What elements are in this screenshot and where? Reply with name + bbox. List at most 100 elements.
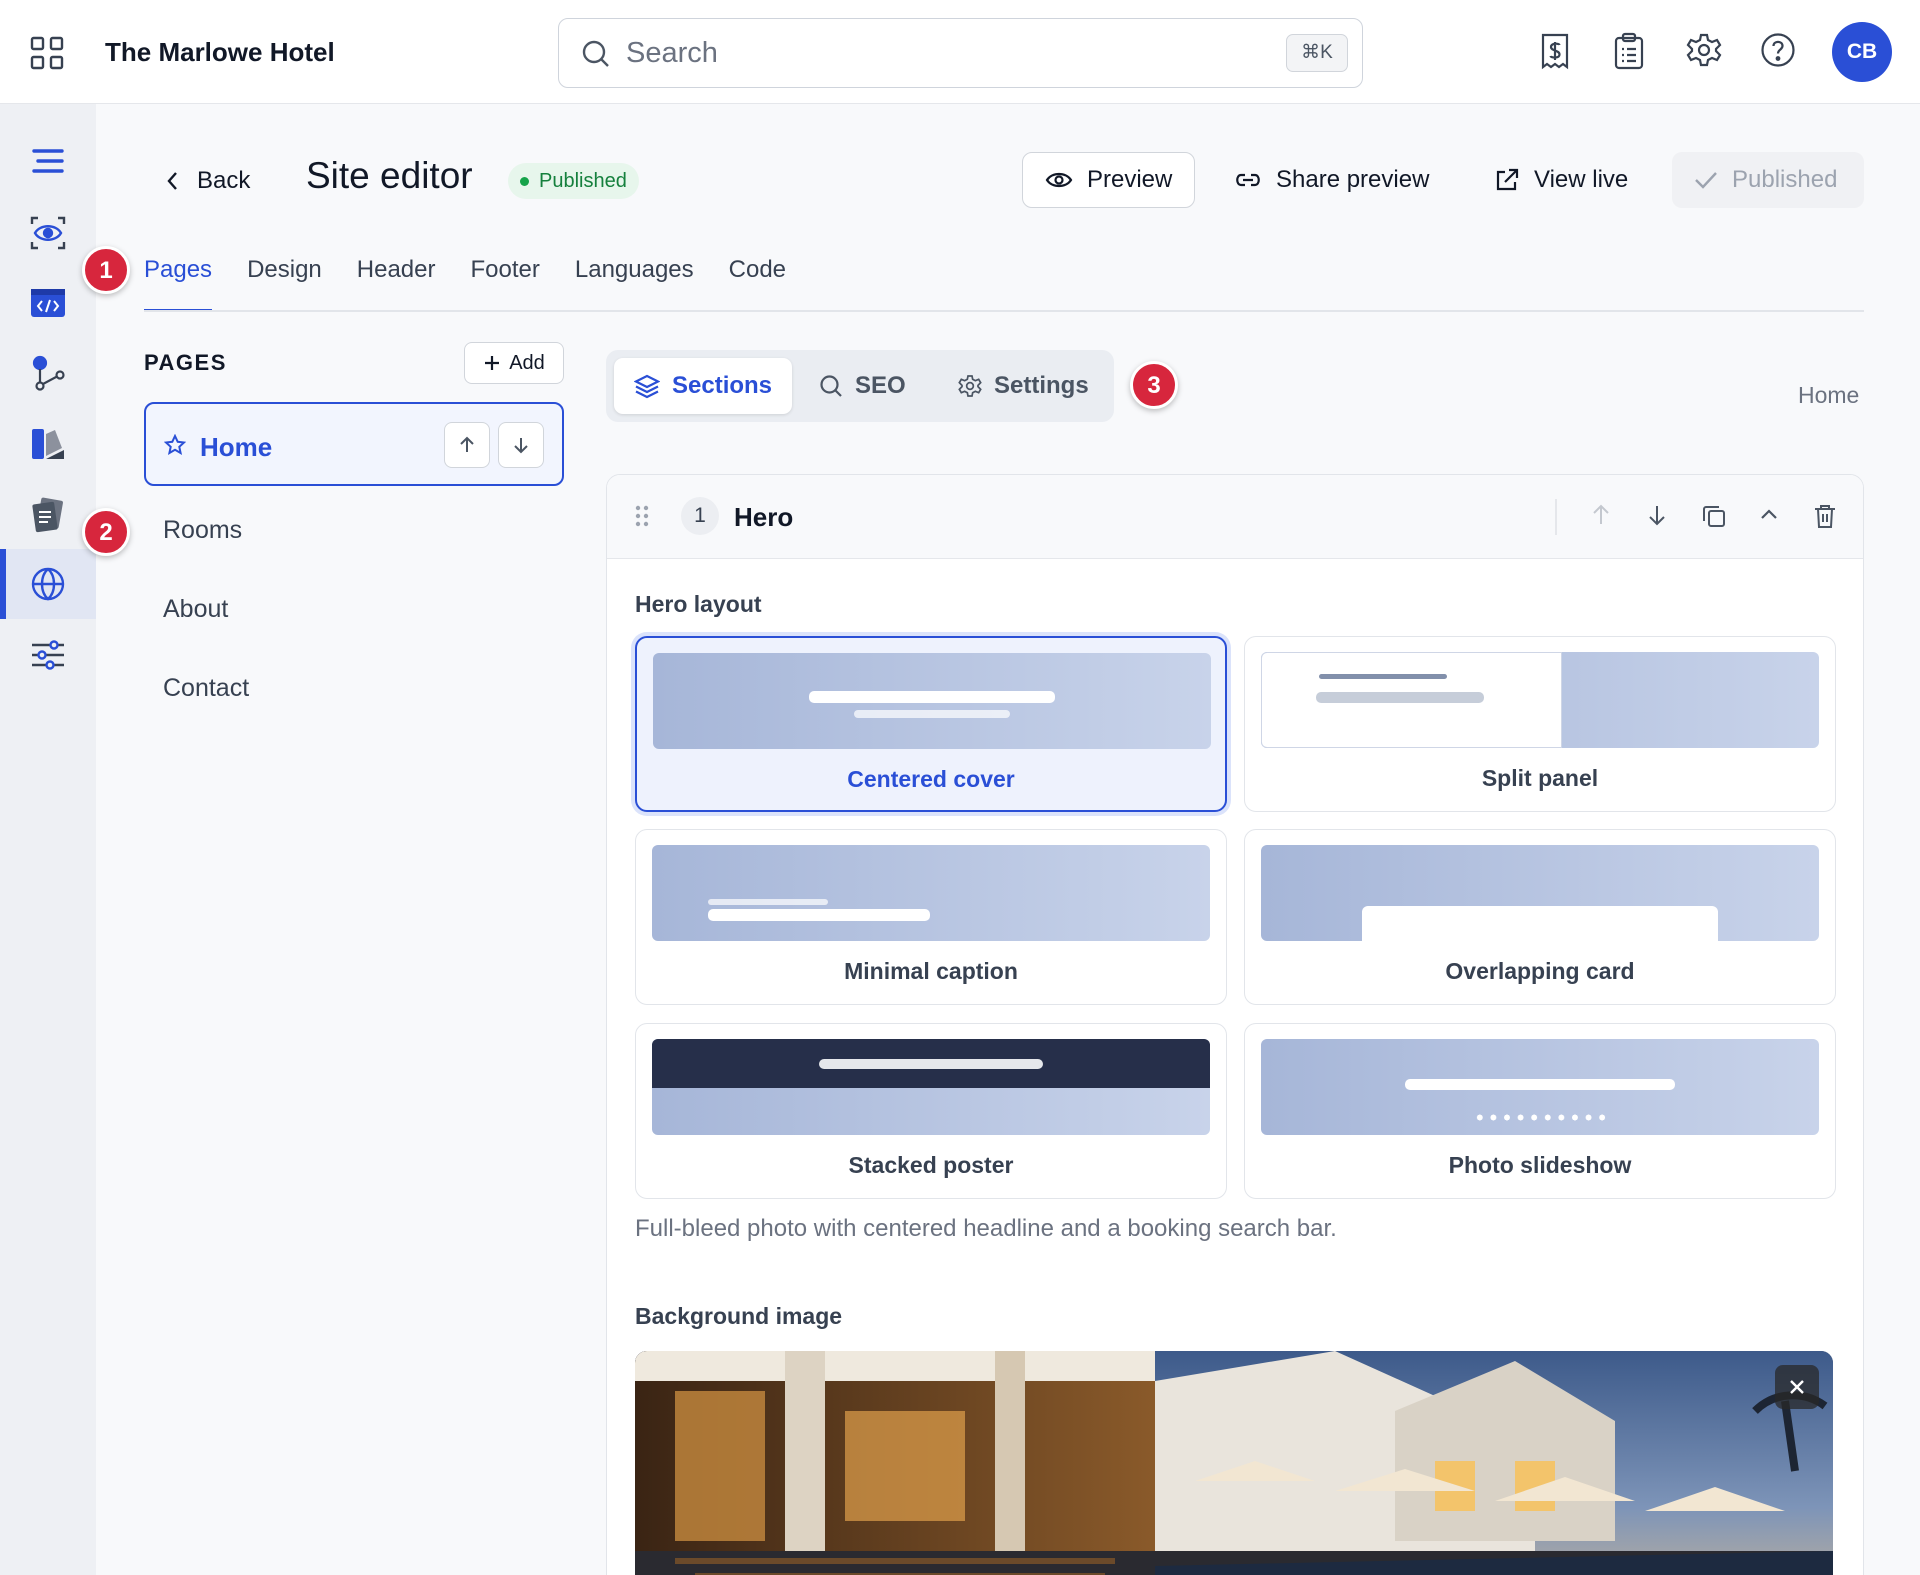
hotel-photo bbox=[635, 1351, 1833, 1575]
callout-badge-2: 2 bbox=[82, 508, 130, 556]
subtab-settings[interactable]: Settings bbox=[938, 358, 1109, 414]
search-icon bbox=[820, 375, 842, 397]
arrow-up-icon bbox=[460, 436, 474, 452]
thumb-dots bbox=[1473, 1114, 1609, 1121]
move-down-button[interactable] bbox=[498, 422, 544, 468]
invoice-icon[interactable] bbox=[1538, 32, 1578, 72]
chevron-up-icon[interactable] bbox=[1757, 503, 1781, 527]
preview-label: Preview bbox=[1087, 166, 1173, 193]
left-nav-rail bbox=[0, 104, 96, 1575]
external-link-icon bbox=[1496, 168, 1519, 191]
help-icon[interactable] bbox=[1760, 32, 1800, 72]
view-live-button[interactable]: View live bbox=[1472, 152, 1650, 208]
subtab-sections[interactable]: Sections bbox=[614, 358, 793, 414]
section-name: Hero bbox=[734, 502, 794, 532]
search-shortcut-hint: ⌘K bbox=[1286, 34, 1348, 72]
menu-icon[interactable] bbox=[0, 126, 96, 196]
thumb-card bbox=[1362, 906, 1718, 941]
eye-icon[interactable] bbox=[0, 198, 96, 268]
thumb-bar bbox=[1319, 674, 1447, 679]
back-label: Back bbox=[197, 167, 251, 194]
editor-tabs: Pages Design Header Footer Languages Cod… bbox=[144, 252, 786, 312]
chevron-left-icon bbox=[167, 172, 177, 190]
layout-option-minimal-caption[interactable]: Minimal caption bbox=[635, 829, 1227, 1005]
background-image-label: Background image bbox=[635, 1303, 843, 1329]
drag-handle-icon[interactable] bbox=[635, 505, 649, 527]
palette-icon[interactable] bbox=[0, 409, 96, 479]
tab-languages[interactable]: Languages bbox=[575, 252, 694, 312]
background-image-preview[interactable] bbox=[635, 1351, 1833, 1575]
plus-icon bbox=[485, 356, 500, 370]
trash-icon[interactable] bbox=[1813, 503, 1837, 529]
layout-option-split-panel[interactable]: Split panel bbox=[1244, 636, 1836, 812]
layout-thumbnail bbox=[1261, 1039, 1819, 1135]
share-preview-label: Share preview bbox=[1276, 166, 1430, 193]
layout-option-centered-cover[interactable]: Centered cover bbox=[635, 636, 1227, 812]
subtab-settings-label: Settings bbox=[994, 372, 1089, 399]
subtab-seo[interactable]: SEO bbox=[799, 358, 926, 414]
preview-button[interactable]: Preview bbox=[1022, 152, 1196, 208]
check-icon bbox=[1695, 172, 1717, 189]
layout-description: Full-bleed photo with centered headline … bbox=[635, 1215, 1337, 1242]
page-item-about[interactable]: About bbox=[163, 595, 228, 624]
user-avatar[interactable]: CB bbox=[1832, 22, 1892, 82]
layout-option-label: Stacked poster bbox=[848, 1152, 1014, 1178]
tab-footer[interactable]: Footer bbox=[471, 252, 540, 312]
layout-thumbnail bbox=[1261, 652, 1819, 748]
gear-icon[interactable] bbox=[1686, 32, 1726, 72]
top-bar: The Marlowe Hotel Search ⌘K CB bbox=[0, 0, 1920, 104]
page-item-contact[interactable]: Contact bbox=[163, 674, 249, 703]
remove-image-button[interactable] bbox=[1775, 1365, 1819, 1409]
tab-design[interactable]: Design bbox=[247, 252, 322, 312]
tab-header[interactable]: Header bbox=[357, 252, 436, 312]
app-grid-icon[interactable] bbox=[30, 36, 64, 70]
layout-option-label: Overlapping card bbox=[1445, 958, 1635, 984]
layout-option-photo-slideshow[interactable]: Photo slideshow bbox=[1244, 1023, 1836, 1199]
layers-icon bbox=[634, 374, 660, 399]
page-title: Site editor bbox=[306, 155, 473, 196]
add-page-button[interactable]: Add bbox=[464, 342, 564, 384]
duplicate-icon[interactable] bbox=[1701, 503, 1727, 529]
tab-code[interactable]: Code bbox=[729, 252, 786, 312]
tab-pages[interactable]: Pages bbox=[144, 252, 213, 312]
thumb-bar bbox=[819, 1059, 1043, 1069]
move-up-button[interactable] bbox=[444, 422, 490, 468]
status-badge: Published bbox=[508, 163, 639, 199]
notes-icon[interactable] bbox=[0, 480, 96, 550]
thumb-bar bbox=[809, 691, 1055, 703]
header-divider bbox=[1555, 499, 1557, 535]
arrow-down-icon[interactable] bbox=[1645, 503, 1669, 527]
arrow-up-icon[interactable] bbox=[1589, 503, 1613, 527]
thumb-bar bbox=[708, 899, 828, 905]
share-preview-button[interactable]: Share preview bbox=[1212, 152, 1451, 208]
arrow-down-icon bbox=[514, 438, 528, 454]
layout-thumbnail bbox=[1261, 845, 1819, 941]
published-button[interactable]: Published bbox=[1672, 152, 1864, 208]
page-item-home[interactable]: Home bbox=[144, 402, 564, 486]
tabs-divider bbox=[144, 310, 1864, 312]
breadcrumb: Home bbox=[1798, 382, 1860, 408]
section-header[interactable]: 1 Hero bbox=[607, 475, 1863, 559]
gear-icon bbox=[958, 375, 982, 397]
clipboard-icon[interactable] bbox=[1612, 32, 1652, 72]
workflow-icon[interactable] bbox=[0, 338, 96, 408]
layout-option-label: Minimal caption bbox=[844, 958, 1018, 984]
page-item-rooms[interactable]: Rooms bbox=[163, 516, 242, 545]
section-subtabs: Sections SEO Settings bbox=[606, 350, 1114, 422]
callout-badge-1: 1 bbox=[82, 246, 130, 294]
layout-thumbnail bbox=[652, 845, 1210, 941]
sliders-icon[interactable] bbox=[0, 620, 96, 690]
search-box[interactable]: Search ⌘K bbox=[558, 18, 1363, 88]
close-icon bbox=[1790, 1380, 1804, 1394]
eye-icon bbox=[1045, 172, 1073, 188]
subtab-seo-label: SEO bbox=[855, 372, 906, 399]
layout-option-overlapping-card[interactable]: Overlapping card bbox=[1244, 829, 1836, 1005]
page-item-label: Home bbox=[200, 432, 273, 462]
code-window-icon[interactable] bbox=[0, 268, 96, 338]
search-input[interactable]: Search bbox=[626, 37, 718, 70]
layout-option-stacked-poster[interactable]: Stacked poster bbox=[635, 1023, 1227, 1199]
section-card-hero: 1 Hero Hero layout Centered cover Split … bbox=[606, 474, 1864, 1575]
globe-icon[interactable] bbox=[0, 549, 96, 619]
status-label: Published bbox=[539, 169, 627, 192]
back-button[interactable]: Back bbox=[165, 163, 250, 199]
